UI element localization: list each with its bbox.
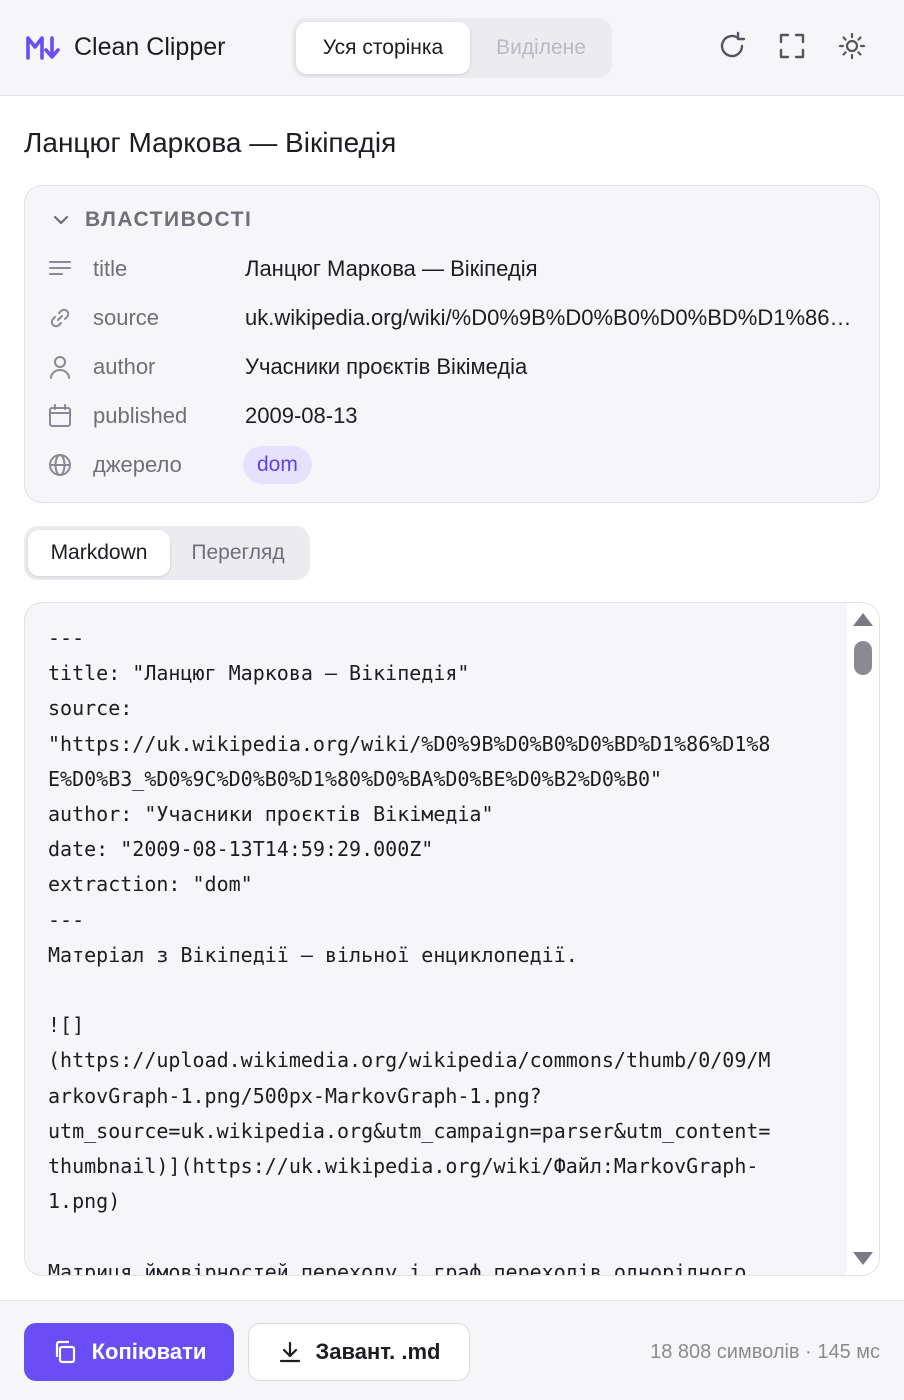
tab-preview[interactable]: Перегляд: [174, 530, 302, 576]
property-author: author Учасники проєктів Вікімедіа: [47, 350, 867, 386]
copy-icon: [55, 1340, 75, 1364]
property-value: Ланцюг Маркова — Вікіпедія: [245, 256, 538, 281]
scrollbar[interactable]: [847, 603, 879, 1275]
markdown-text: --- title: "Ланцюг Маркова — Вікіпедія" so…: [48, 621, 838, 1276]
stats-text: 18 808 символів · 145 мс: [650, 1341, 880, 1363]
app-title: Clean Clipper: [74, 33, 226, 61]
theme-sun-icon: [838, 32, 866, 60]
tab-markdown[interactable]: Markdown: [28, 530, 170, 576]
property-key: source: [93, 305, 160, 330]
property-value: uk.wikipedia.org/wiki/%D0%9B%D0%B0%D0%BD…: [245, 305, 857, 330]
markdown-line: ---: [48, 907, 85, 932]
page-title: Ланцюг Маркова — Вікіпедія: [24, 127, 397, 158]
properties-panel: ВЛАСТИВОСТІ title Ланцюг Маркова — Вікіп…: [24, 185, 880, 503]
refresh-button[interactable]: [717, 31, 747, 61]
markdown-line: E%D0%B3_%D0%9C%D0%B0%D1%80%D0%BA%D0%BE%D…: [48, 766, 663, 791]
calendar-icon: [47, 403, 73, 429]
app-header: Clean Clipper Уся сторінка Виділене: [0, 0, 904, 96]
fullscreen-icon: [779, 33, 805, 59]
full-page-mode-button[interactable]: Уся сторінка: [296, 22, 470, 74]
property-extraction: джерело dom: [47, 446, 867, 484]
property-title: title Ланцюг Маркова — Вікіпедія: [47, 252, 867, 288]
markdown-line: title: "Ланцюг Маркова — Вікіпедія": [48, 661, 470, 686]
property-published: published 2009-08-13: [47, 399, 867, 435]
markdown-line: thumbnail)](https://uk.wikipedia.org/wik…: [48, 1154, 759, 1179]
markdown-line: (https://upload.wikimedia.org/wikipedia/…: [48, 1048, 771, 1073]
markdown-line: utm_source=uk.wikipedia.org&utm_campaign…: [48, 1118, 771, 1143]
property-key: джерело: [93, 452, 182, 477]
scroll-down-arrow-icon[interactable]: [853, 1252, 873, 1265]
markdown-line: ---: [48, 626, 85, 650]
globe-icon: [47, 452, 73, 478]
property-source: source uk.wikipedia.org/wiki/%D0%9B%D0%B…: [47, 301, 867, 337]
scrollbar-thumb[interactable]: [854, 641, 872, 675]
markdown-line: author: "Учасники проєктів Вікімедіа": [48, 802, 494, 827]
download-md-button[interactable]: Завант. .md: [248, 1323, 470, 1381]
markdown-line: ![]: [48, 1013, 85, 1038]
view-tabs: Markdown Перегляд: [24, 526, 310, 580]
theme-toggle-button[interactable]: [837, 31, 867, 61]
markdown-line: 1.png): [48, 1189, 121, 1214]
link-icon: [47, 305, 73, 331]
text-lines-icon: [47, 256, 73, 282]
markdown-line: extraction: "dom": [48, 872, 253, 897]
extraction-badge: dom: [243, 446, 312, 484]
properties-heading: ВЛАСТИВОСТІ: [85, 208, 253, 231]
properties-toggle[interactable]: ВЛАСТИВОСТІ: [51, 206, 252, 234]
download-icon: [279, 1341, 300, 1363]
scroll-up-arrow-icon[interactable]: [853, 613, 873, 626]
markdown-line: [48, 1219, 838, 1254]
selection-mode-button[interactable]: Виділене: [474, 22, 608, 74]
user-icon: [47, 354, 73, 380]
markdown-line: arkovGraph-1.png/500px-MarkovGraph-1.png…: [48, 1083, 542, 1108]
property-value: 2009-08-13: [245, 403, 358, 428]
property-key: author: [93, 354, 156, 379]
markdown-line: Матриця ймовірностей переходу і граф пер…: [48, 1259, 747, 1276]
markdown-line: "https://uk.wikipedia.org/wiki/%D0%9B%D0…: [48, 731, 771, 756]
property-key: published: [93, 403, 188, 428]
markdown-logo-icon: [26, 36, 60, 60]
chevron-down-icon: [53, 215, 69, 225]
copy-button[interactable]: Копіювати: [24, 1323, 234, 1381]
markdown-line: date: "2009-08-13T14:59:29.000Z": [48, 837, 434, 862]
fullscreen-button[interactable]: [777, 31, 807, 61]
markdown-output[interactable]: --- title: "Ланцюг Маркова — Вікіпедія" so…: [24, 602, 880, 1276]
markdown-line: [48, 973, 838, 1008]
download-button-label: Завант. .md: [315, 1339, 441, 1364]
clip-mode-switch: Уся сторінка Виділене: [292, 18, 612, 78]
markdown-line: source:: [48, 696, 133, 721]
copy-button-label: Копіювати: [91, 1339, 207, 1364]
markdown-line: Матеріал з Вікіпедії — вільної енциклопе…: [48, 942, 578, 967]
refresh-icon: [720, 31, 746, 58]
action-footer: Копіювати Завант. .md 18 808 символів · …: [0, 1300, 904, 1400]
property-value: Учасники проєктів Вікімедіа: [245, 354, 528, 379]
property-key: title: [93, 256, 128, 281]
